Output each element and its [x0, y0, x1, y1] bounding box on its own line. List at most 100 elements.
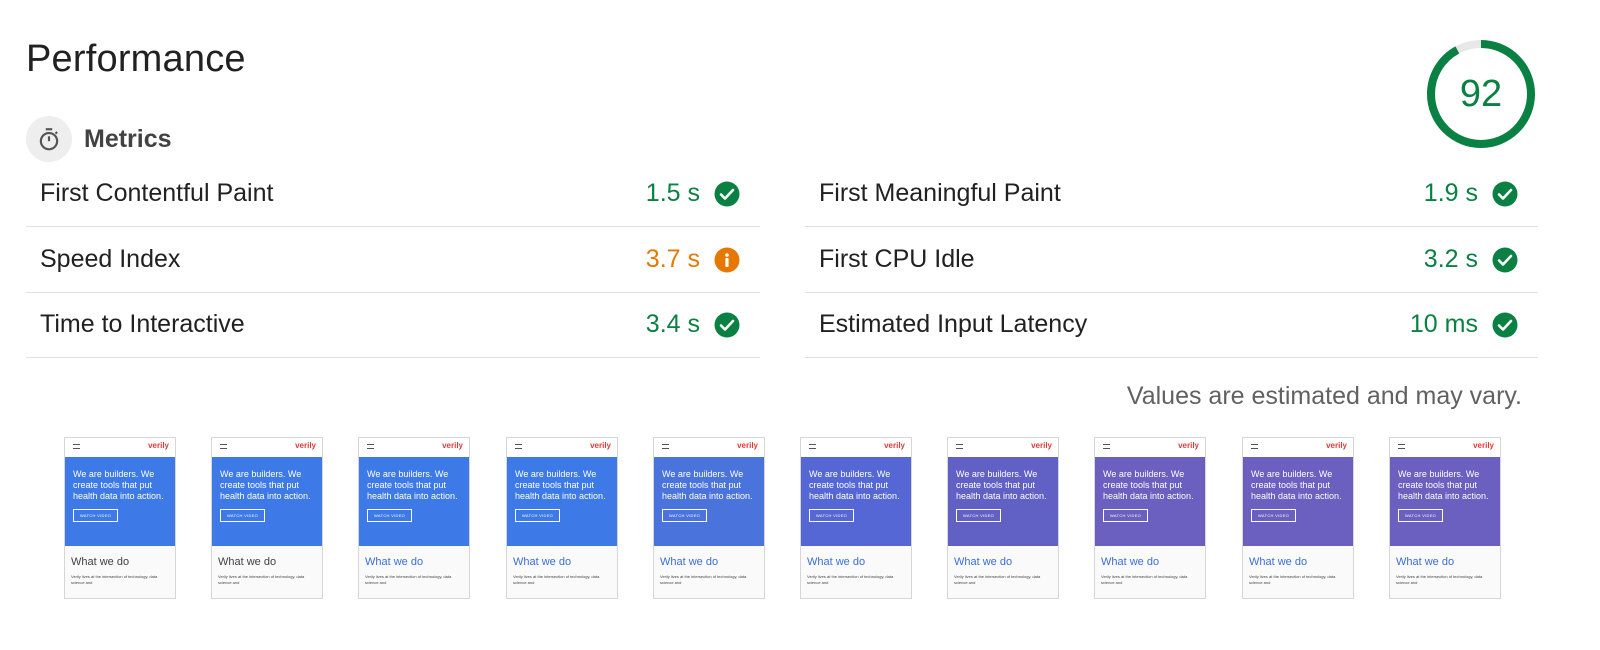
frame-watch-button: WATCH VIDEO	[1103, 509, 1149, 522]
frame-heading: What we do	[71, 556, 130, 568]
frame-body-text: Verily lives at the intersection of tech…	[1249, 574, 1336, 585]
frame-body-text: Verily lives at the intersection of tech…	[513, 574, 600, 585]
frame-watch-button: WATCH VIDEO	[1398, 509, 1444, 522]
metric-value: 10 ms	[1409, 310, 1478, 338]
filmstrip-frame: verily We are builders. We create tools t…	[64, 437, 176, 599]
metric-time-to-interactive: Time to Interactive 3.4 s	[26, 292, 760, 358]
frame-brand: verily	[737, 441, 758, 450]
metric-speed-index: Speed Index 3.7 s	[26, 227, 760, 293]
frame-header: verily	[65, 438, 175, 457]
frame-header: verily	[1390, 438, 1500, 457]
frame-watch-button: WATCH VIDEO	[73, 509, 119, 522]
frame-body-text: Verily lives at the intersection of tech…	[365, 574, 452, 585]
frame-brand: verily	[148, 441, 169, 450]
frame-watch-button: WATCH VIDEO	[662, 509, 708, 522]
pass-check-icon	[1492, 312, 1518, 338]
metric-value: 1.9 s	[1423, 179, 1478, 207]
frame-body: What we do Verily lives at the intersecti…	[1095, 546, 1205, 598]
frame-hero-text: We are builders. We create tools that pu…	[515, 469, 606, 501]
frame-header: verily	[359, 438, 469, 457]
frame-watch-button: WATCH VIDEO	[809, 509, 855, 522]
frame-brand: verily	[1473, 441, 1494, 450]
frame-body-text: Verily lives at the intersection of tech…	[1101, 574, 1188, 585]
filmstrip-frame: verily We are builders. We create tools t…	[1094, 437, 1206, 599]
pass-check-icon	[714, 181, 740, 207]
metrics-header: Metrics	[26, 116, 172, 162]
metric-name: Speed Index	[40, 245, 181, 273]
frame-body-text: Verily lives at the intersection of tech…	[71, 574, 158, 585]
frame-hero: We are builders. We create tools that pu…	[65, 457, 175, 546]
hamburger-menu-icon	[809, 444, 816, 449]
hamburger-menu-icon	[956, 444, 963, 449]
frame-body: What we do Verily lives at the intersecti…	[212, 546, 322, 598]
pass-check-icon	[1492, 247, 1518, 273]
frame-watch-button: WATCH VIDEO	[515, 509, 561, 522]
frame-body: What we do Verily lives at the intersecti…	[1390, 546, 1500, 598]
frame-header: verily	[1095, 438, 1205, 457]
metric-value: 1.5 s	[645, 179, 700, 207]
frame-hero: We are builders. We create tools that pu…	[1095, 457, 1205, 546]
estimate-disclaimer: Values are estimated and may vary.	[1126, 382, 1522, 410]
hamburger-menu-icon	[1103, 444, 1110, 449]
frame-heading: What we do	[365, 556, 424, 568]
metric-name: Time to Interactive	[40, 310, 245, 338]
frame-hero-text: We are builders. We create tools that pu…	[73, 469, 164, 501]
frame-hero-text: We are builders. We create tools that pu…	[809, 469, 900, 501]
filmstrip-frame: verily We are builders. We create tools t…	[1389, 437, 1501, 599]
frame-heading: What we do	[513, 556, 572, 568]
stopwatch-icon	[26, 116, 72, 162]
frame-hero: We are builders. We create tools that pu…	[212, 457, 322, 546]
frame-heading: What we do	[1101, 556, 1160, 568]
frame-body: What we do Verily lives at the intersecti…	[948, 546, 1058, 598]
hamburger-menu-icon	[73, 444, 80, 449]
filmstrip-frame: verily We are builders. We create tools t…	[211, 437, 323, 599]
frame-hero-text: We are builders. We create tools that pu…	[662, 469, 753, 501]
frame-header: verily	[1243, 438, 1353, 457]
frame-brand: verily	[1178, 441, 1199, 450]
frame-heading: What we do	[1396, 556, 1455, 568]
frame-brand: verily	[295, 441, 316, 450]
frame-body: What we do Verily lives at the intersecti…	[65, 546, 175, 598]
frame-heading: What we do	[660, 556, 719, 568]
hamburger-menu-icon	[515, 444, 522, 449]
frame-brand: verily	[442, 441, 463, 450]
average-info-icon	[714, 247, 740, 273]
metric-value: 3.7 s	[645, 245, 700, 273]
frame-header: verily	[948, 438, 1058, 457]
frame-brand: verily	[1326, 441, 1347, 450]
frame-body-text: Verily lives at the intersection of tech…	[660, 574, 747, 585]
pass-check-icon	[1492, 181, 1518, 207]
frame-watch-button: WATCH VIDEO	[956, 509, 1002, 522]
frame-hero: We are builders. We create tools that pu…	[801, 457, 911, 546]
metric-first-contentful-paint: First Contentful Paint 1.5 s	[26, 161, 760, 227]
frame-hero-text: We are builders. We create tools that pu…	[367, 469, 458, 501]
frame-brand: verily	[1031, 441, 1052, 450]
frame-heading: What we do	[807, 556, 866, 568]
filmstrip-frame: verily We are builders. We create tools t…	[358, 437, 470, 599]
filmstrip-frame: verily We are builders. We create tools t…	[1242, 437, 1354, 599]
frame-body-text: Verily lives at the intersection of tech…	[807, 574, 894, 585]
score-value: 92	[1459, 73, 1503, 115]
frame-hero: We are builders. We create tools that pu…	[1243, 457, 1353, 546]
frame-hero: We are builders. We create tools that pu…	[654, 457, 764, 546]
page-title: Performance	[26, 38, 246, 80]
hamburger-menu-icon	[662, 444, 669, 449]
metric-value: 3.2 s	[1423, 245, 1478, 273]
performance-score-gauge: 92	[1425, 38, 1537, 150]
metric-name: First CPU Idle	[819, 245, 975, 273]
frame-header: verily	[801, 438, 911, 457]
frame-brand: verily	[884, 441, 905, 450]
frame-hero-text: We are builders. We create tools that pu…	[1251, 469, 1342, 501]
frame-body-text: Verily lives at the intersection of tech…	[1396, 574, 1483, 585]
metrics-label: Metrics	[84, 124, 172, 153]
hamburger-menu-icon	[220, 444, 227, 449]
frame-hero-text: We are builders. We create tools that pu…	[1398, 469, 1489, 501]
hamburger-menu-icon	[1398, 444, 1405, 449]
metric-name: Estimated Input Latency	[819, 310, 1088, 338]
frame-body-text: Verily lives at the intersection of tech…	[218, 574, 305, 585]
frame-hero-text: We are builders. We create tools that pu…	[956, 469, 1047, 501]
frame-hero: We are builders. We create tools that pu…	[507, 457, 617, 546]
frame-header: verily	[212, 438, 322, 457]
filmstrip-frame: verily We are builders. We create tools t…	[653, 437, 765, 599]
frame-brand: verily	[590, 441, 611, 450]
